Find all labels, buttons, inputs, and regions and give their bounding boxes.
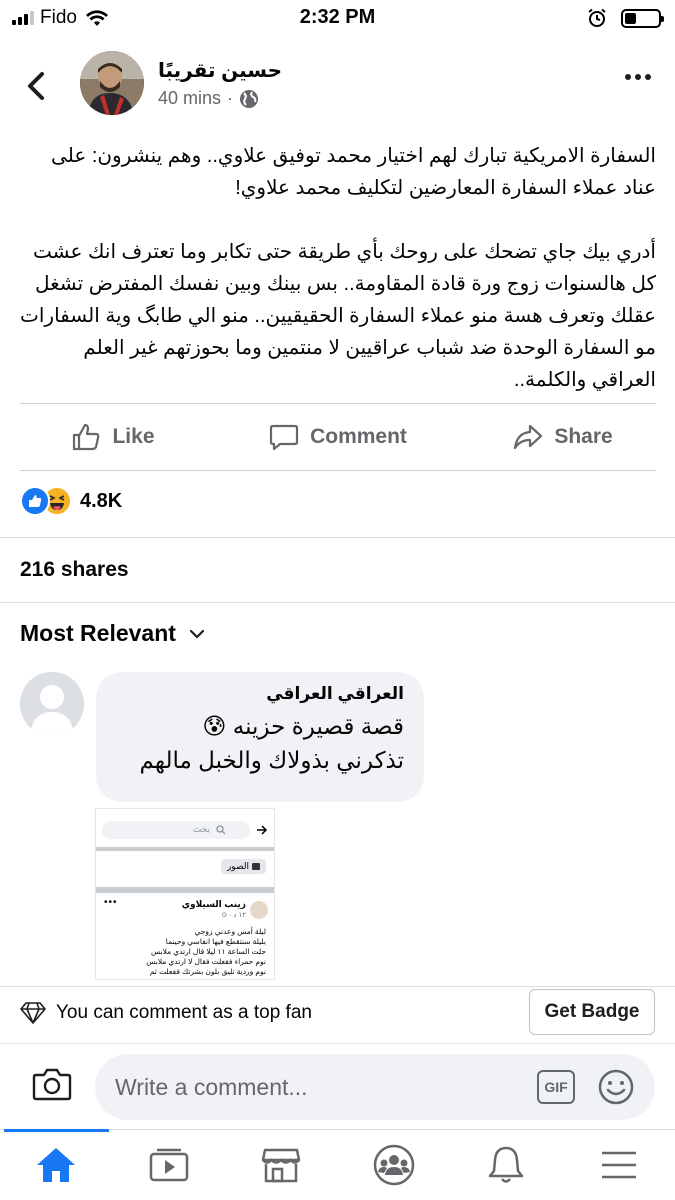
attachment-text-line: نوم وردية تليق بلون بشرتك ففعلت ثم — [149, 967, 266, 976]
marketplace-icon — [262, 1148, 301, 1183]
comment-label: Comment — [310, 425, 407, 448]
commenter-name[interactable]: العراقي العراقي — [116, 684, 404, 704]
like-reaction-icon — [20, 486, 50, 516]
top-fan-message: You can comment as a top fan — [20, 1001, 312, 1025]
status-right — [587, 8, 664, 28]
emoji-icon[interactable] — [597, 1068, 635, 1106]
watch-icon — [149, 1148, 188, 1182]
globe-icon — [240, 89, 259, 108]
share-icon — [514, 424, 543, 450]
post-meta: 40 mins · — [158, 88, 259, 109]
nav-notifications[interactable] — [450, 1130, 563, 1200]
gif-button[interactable]: GIF — [537, 1070, 575, 1104]
post-header: حسين تقريبًا 40 mins · — [0, 46, 675, 126]
diamond-icon — [20, 1002, 46, 1024]
menu-icon — [601, 1151, 636, 1179]
attachment-text-line: نوم حمراء ففعلت فقال لا ارتدي ملابس — [146, 957, 266, 966]
reaction-count: 4.8K — [80, 489, 123, 512]
status-bar: Fido 2:32 PM — [0, 0, 675, 36]
like-button[interactable]: Like — [0, 404, 225, 470]
battery-icon — [621, 8, 664, 28]
post-paragraph-1: السفارة الامريكية تبارك لهم اختيار محمد … — [51, 145, 656, 199]
arrow-right-icon — [257, 825, 268, 835]
comment-bubble[interactable]: العراقي العراقي قصة قصيرة حزينه 😰 تذكرني… — [96, 672, 424, 802]
commenter-avatar[interactable] — [20, 672, 84, 736]
attachment-divider — [96, 887, 274, 893]
comment-icon — [269, 424, 299, 451]
bottom-navigation — [0, 1129, 675, 1200]
attachment-photos-label: الصور — [226, 861, 249, 871]
camera-icon[interactable] — [32, 1066, 72, 1102]
back-button[interactable] — [22, 66, 52, 106]
attachment-more-icon: ••• — [104, 897, 118, 908]
alarm-icon — [588, 8, 606, 27]
top-fan-bar: You can comment as a top fan Get Badge — [0, 986, 675, 1040]
post-actions: Like Comment Share — [0, 404, 675, 470]
get-badge-button[interactable]: Get Badge — [529, 989, 655, 1035]
attachment-text-line: حلت الساعة ١١ ليلا قال ارتدي ملابس — [151, 947, 266, 956]
clock: 2:32 PM — [299, 6, 376, 28]
attachment-text-line: بليلة سنتقطع فيها انفاسي وحينما — [165, 937, 266, 946]
attachment-search-text: بحث — [192, 824, 210, 834]
attachment-avatar — [250, 901, 268, 919]
battery-level — [625, 12, 637, 24]
like-label: Like — [112, 425, 155, 448]
comment-input[interactable]: Write a comment... GIF — [95, 1054, 655, 1120]
author-avatar[interactable] — [80, 51, 144, 115]
divider — [20, 470, 656, 471]
groups-icon — [373, 1144, 414, 1186]
attachment-photos-chip: الصور — [220, 859, 266, 874]
chevron-down-icon — [189, 629, 205, 639]
author-name[interactable]: حسين تقريبًا — [158, 58, 282, 83]
nav-marketplace[interactable] — [225, 1130, 338, 1200]
like-icon — [73, 423, 100, 451]
share-button[interactable]: Share — [450, 404, 675, 470]
home-icon — [37, 1148, 76, 1182]
comment-text-line-2: تذكرني بذولاك والخبل مالهم — [139, 747, 404, 773]
separator — [0, 537, 675, 538]
comment-input-placeholder: Write a comment... — [115, 1074, 308, 1100]
comment-text-line-1: قصة قصيرة حزينه 😰 — [202, 713, 404, 739]
nav-menu[interactable] — [563, 1130, 675, 1200]
reactions-summary[interactable]: 4.8K — [20, 486, 122, 516]
nav-watch[interactable] — [113, 1130, 226, 1200]
top-fan-text: You can comment as a top fan — [56, 1002, 312, 1023]
separator — [0, 602, 675, 603]
attachment-divider — [96, 847, 274, 851]
nav-groups[interactable] — [338, 1130, 451, 1200]
comment-attachment-image[interactable]: بحث الصور ••• زينب السيلاوي ١٢ د · ⊙ ليل… — [95, 808, 275, 980]
attachment-text-line: ليلة أمس وعدني زوجي — [194, 927, 266, 936]
attachment-time: ١٢ د · ⊙ — [221, 912, 246, 919]
post-paragraph-2: أدري بيك جاي تضحك على روحك بأي طريقة حتى… — [20, 241, 656, 391]
attachment-author: زينب السيلاوي — [181, 899, 246, 909]
more-options-button[interactable] — [625, 74, 651, 80]
post-text: السفارة الامريكية تبارك لهم اختيار محمد … — [20, 140, 656, 428]
attachment-text: ليلة أمس وعدني زوجي بليلة سنتقطع فيها ان… — [106, 927, 266, 977]
nav-home[interactable] — [0, 1129, 113, 1200]
sort-label: Most Relevant — [20, 620, 176, 646]
comment-composer: Write a comment... GIF — [0, 1043, 675, 1129]
shares-count[interactable]: 216 shares — [20, 558, 129, 582]
comment-button[interactable]: Comment — [225, 404, 450, 470]
post-time[interactable]: 40 mins — [158, 88, 221, 109]
search-icon — [216, 825, 226, 835]
attachment-search-bar: بحث — [102, 821, 250, 839]
notifications-icon — [489, 1146, 524, 1183]
share-label: Share — [554, 425, 613, 448]
comment-sort-dropdown[interactable]: Most Relevant — [20, 620, 206, 647]
